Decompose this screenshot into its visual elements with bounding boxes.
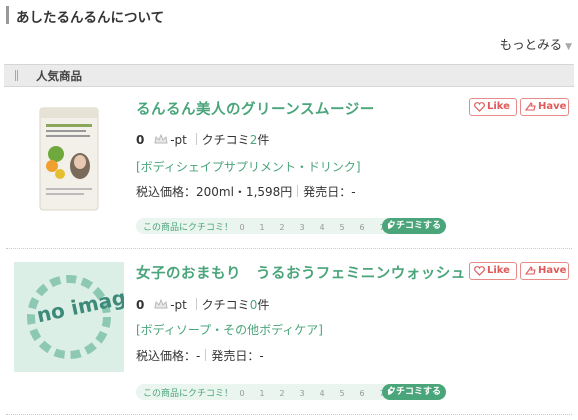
rating-prompt: この商品にクチコミ！ xyxy=(143,223,234,233)
heart-icon xyxy=(474,266,485,276)
chevron-down-icon: ▼ xyxy=(565,42,572,52)
more-link-label[interactable]: もっとみる xyxy=(500,37,563,52)
like-button[interactable]: Like xyxy=(469,98,517,116)
write-review-button[interactable]: クチコミする xyxy=(382,384,446,400)
price-row: 税込価格：- 発売日：- xyxy=(136,347,264,364)
points-value: 0 xyxy=(136,133,145,147)
product-name-link[interactable]: 女子のおまもり うるおうフェミニンウォッシュ xyxy=(136,262,466,283)
product-meta: 0 -pt クチコミ2件 xyxy=(136,131,269,148)
have-button[interactable]: Have xyxy=(520,262,569,280)
more-link[interactable]: もっとみる ▼ xyxy=(500,34,572,53)
have-label: Have xyxy=(538,101,567,112)
rating-bar: この商品にクチコミ！ 01234567 クチコミする xyxy=(136,218,446,234)
review-unit: 件 xyxy=(257,298,270,312)
price-text: 税込価格：200ml・1,598円 xyxy=(136,185,293,199)
hand-icon xyxy=(525,266,536,275)
like-label: Like xyxy=(487,265,510,276)
rating-option[interactable]: 4 xyxy=(312,221,332,235)
product-item: no image 女子のおまもり うるおうフェミニンウォッシュ Like Hav… xyxy=(0,250,578,420)
rating-bar: この商品にクチコミ！ 01234567 クチコミする xyxy=(136,384,446,400)
have-label: Have xyxy=(538,265,567,276)
item-divider xyxy=(6,414,572,415)
rating-option[interactable]: 5 xyxy=(332,221,352,235)
have-button[interactable]: Have xyxy=(520,98,569,116)
divider xyxy=(195,133,197,145)
rating-option[interactable]: 2 xyxy=(272,221,292,235)
like-label: Like xyxy=(487,101,510,112)
product-meta: 0 -pt クチコミ0件 xyxy=(136,296,269,313)
header-bar xyxy=(6,6,9,24)
rating-option[interactable]: 1 xyxy=(252,387,272,401)
section-title: 人気商品 xyxy=(36,69,82,83)
crown-icon xyxy=(154,133,168,148)
release-text: 発売日：- xyxy=(303,185,356,199)
rating-option[interactable]: 3 xyxy=(292,221,312,235)
item-divider xyxy=(6,248,572,249)
divider xyxy=(195,298,197,310)
hand-icon xyxy=(525,102,536,111)
write-review-button[interactable]: クチコミする xyxy=(382,218,446,234)
points-suffix: -pt xyxy=(170,133,187,147)
rating-option[interactable]: 5 xyxy=(332,387,352,401)
crown-icon xyxy=(154,298,168,313)
divider xyxy=(297,185,299,197)
rating-prompt: この商品にクチコミ！ xyxy=(143,389,234,399)
section-header: 人気商品 xyxy=(4,64,574,87)
review-label: クチコミ xyxy=(201,298,250,312)
rating-option[interactable]: 3 xyxy=(292,387,312,401)
price-text: 税込価格：- xyxy=(136,349,201,363)
rating-option[interactable]: 6 xyxy=(352,221,372,235)
page-header: あしたるんるんについて xyxy=(0,0,578,30)
product-name-link[interactable]: るんるん美人のグリーンスムージー xyxy=(136,98,375,119)
points-value: 0 xyxy=(136,298,145,312)
release-text: 発売日：- xyxy=(211,349,264,363)
category-link[interactable]: [ボディソープ・その他ボディケア] xyxy=(136,321,323,338)
like-button[interactable]: Like xyxy=(469,262,517,280)
product-thumbnail[interactable]: no image xyxy=(14,262,141,372)
divider xyxy=(205,349,207,361)
category-link[interactable]: [ボディシェイプサプリメント・ドリンク] xyxy=(136,158,361,175)
product-item: るんるん美人のグリーンスムージー Like Have 0 -pt クチコミ2件 … xyxy=(0,88,578,250)
rating-option[interactable]: 0 xyxy=(232,221,252,235)
rating-scale[interactable]: 01234567 xyxy=(232,219,392,235)
heart-icon xyxy=(474,102,485,112)
grip-icon xyxy=(15,70,19,81)
rating-option[interactable]: 1 xyxy=(252,221,272,235)
rating-option[interactable]: 6 xyxy=(352,387,372,401)
rating-option[interactable]: 2 xyxy=(272,387,292,401)
page-title: あしたるんるんについて xyxy=(16,10,165,26)
points-suffix: -pt xyxy=(170,298,187,312)
review-unit: 件 xyxy=(257,133,270,147)
review-label: クチコミ xyxy=(201,133,250,147)
product-thumbnail[interactable] xyxy=(14,104,124,214)
rating-option[interactable]: 4 xyxy=(312,387,332,401)
rating-scale[interactable]: 01234567 xyxy=(232,385,392,401)
rating-option[interactable]: 0 xyxy=(232,387,252,401)
price-row: 税込価格：200ml・1,598円 発売日：- xyxy=(136,183,356,200)
